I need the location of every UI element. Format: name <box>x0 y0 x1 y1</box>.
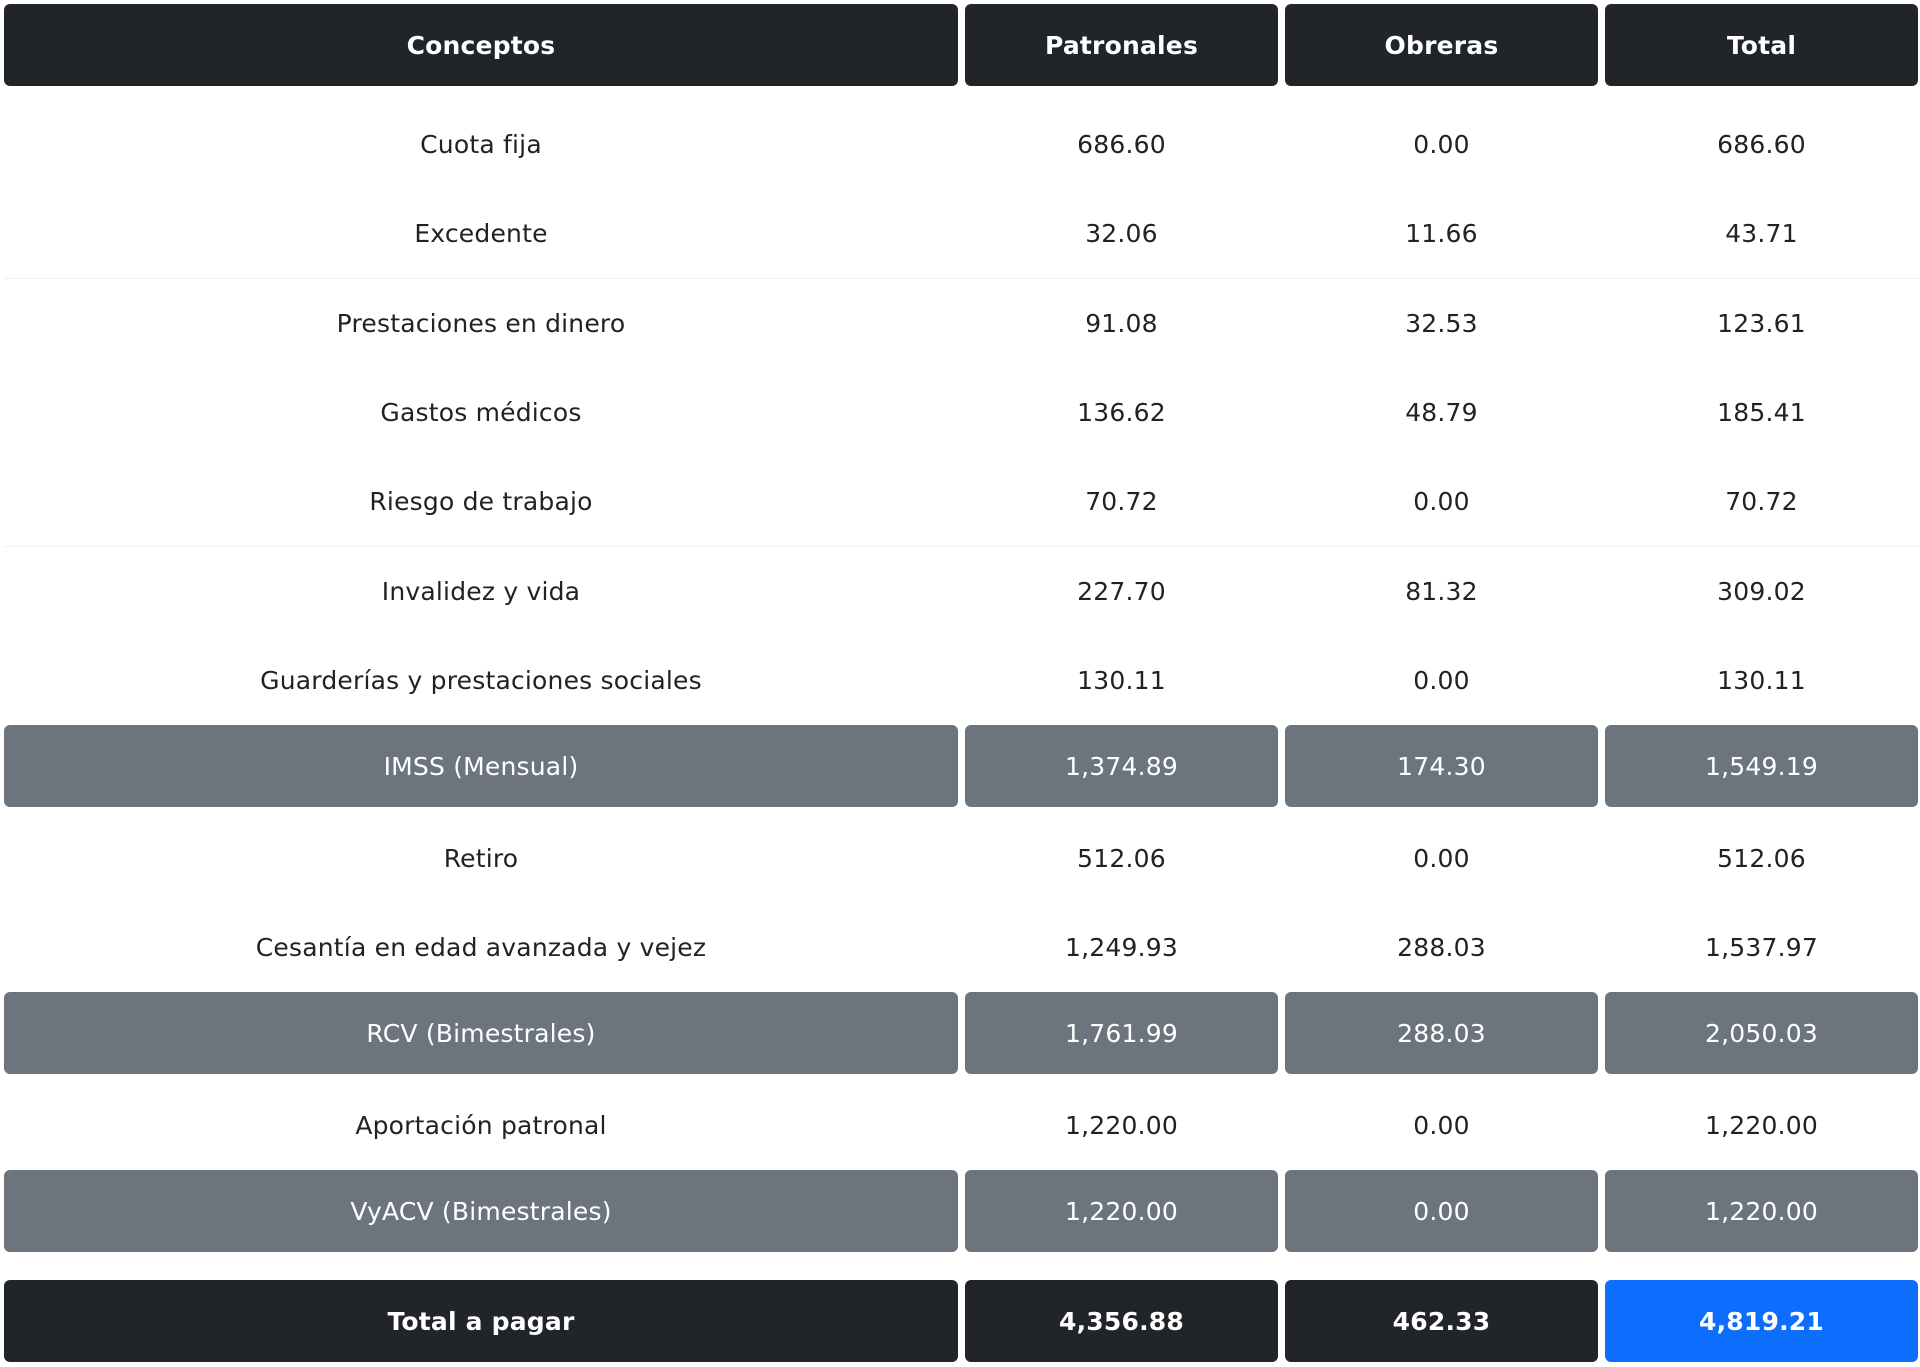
worker-cell: 48.79 <box>1405 398 1478 427</box>
header-total: Total <box>1605 4 1918 86</box>
worker-cell: 11.66 <box>1405 219 1478 248</box>
header-concepts: Conceptos <box>4 4 958 86</box>
total-cell: 1,220.00 <box>1705 1111 1818 1140</box>
concept-cell: Excedente <box>414 219 548 248</box>
employer-cell: 227.70 <box>1077 577 1166 606</box>
concept-cell: Prestaciones en dinero <box>336 309 626 338</box>
concept-cell: Invalidez y vida <box>381 577 581 606</box>
subtotal-row-vyacv: VyACV (Bimestrales) 1,220.00 0.00 1,220.… <box>4 1170 1918 1259</box>
total-cell: 185.41 <box>1717 398 1806 427</box>
table-row: Invalidez y vida 227.70 81.32 309.02 <box>4 546 1918 636</box>
concept-cell: Cesantía en edad avanzada y vejez <box>255 933 707 962</box>
employer-cell: 32.06 <box>1085 219 1158 248</box>
worker-cell: 288.03 <box>1397 933 1486 962</box>
grand-total-amount: 4,819.21 <box>1605 1280 1918 1362</box>
table-row: Cesantía en edad avanzada y vejez 1,249.… <box>4 903 1918 992</box>
table-row: Retiro 512.06 0.00 512.06 <box>4 814 1918 903</box>
table-row: Aportación patronal 1,220.00 0.00 1,220.… <box>4 1081 1918 1170</box>
grand-total-worker: 462.33 <box>1285 1280 1598 1362</box>
concept-cell: Cuota fija <box>420 130 542 159</box>
grand-total-row: Total a pagar 4,356.88 462.33 4,819.21 <box>4 1280 1918 1366</box>
worker-cell: 0.00 <box>1413 1111 1470 1140</box>
concept-cell: IMSS (Mensual) <box>4 725 958 807</box>
table-row: Guarderías y prestaciones sociales 130.1… <box>4 636 1918 725</box>
worker-cell: 0.00 <box>1413 487 1470 516</box>
worker-cell: 32.53 <box>1405 309 1478 338</box>
grand-total-employer: 4,356.88 <box>965 1280 1278 1362</box>
worker-cell: 174.30 <box>1285 725 1598 807</box>
employer-cell: 1,220.00 <box>965 1170 1278 1252</box>
worker-cell: 0.00 <box>1413 844 1470 873</box>
concept-cell: Gastos médicos <box>380 398 582 427</box>
employer-cell: 1,374.89 <box>965 725 1278 807</box>
worker-cell: 0.00 <box>1413 666 1470 695</box>
worker-cell: 0.00 <box>1413 130 1470 159</box>
table-row: Cuota fija 686.60 0.00 686.60 <box>4 100 1918 189</box>
grand-total-label: Total a pagar <box>4 1280 958 1362</box>
employer-cell: 1,249.93 <box>1065 933 1178 962</box>
total-cell: 123.61 <box>1717 309 1806 338</box>
total-cell: 70.72 <box>1725 487 1798 516</box>
employer-cell: 1,220.00 <box>1065 1111 1178 1140</box>
subtotal-row-rcv: RCV (Bimestrales) 1,761.99 288.03 2,050.… <box>4 992 1918 1081</box>
total-cell: 309.02 <box>1717 577 1806 606</box>
employer-cell: 1,761.99 <box>965 992 1278 1074</box>
employer-cell: 136.62 <box>1077 398 1166 427</box>
table-row: Riesgo de trabajo 70.72 0.00 70.72 <box>4 457 1918 546</box>
total-cell: 686.60 <box>1717 130 1806 159</box>
employer-cell: 512.06 <box>1077 844 1166 873</box>
total-cell: 130.11 <box>1717 666 1806 695</box>
employer-cell: 91.08 <box>1085 309 1158 338</box>
total-cell: 1,537.97 <box>1705 933 1818 962</box>
employer-cell: 686.60 <box>1077 130 1166 159</box>
contributions-table: Conceptos Patronales Obreras Total Cuota… <box>4 4 1918 1366</box>
concept-cell: Guarderías y prestaciones sociales <box>260 666 702 695</box>
subtotal-row-imss: IMSS (Mensual) 1,374.89 174.30 1,549.19 <box>4 725 1918 814</box>
worker-cell: 81.32 <box>1405 577 1478 606</box>
concept-cell: VyACV (Bimestrales) <box>4 1170 958 1252</box>
total-cell: 1,549.19 <box>1605 725 1918 807</box>
table-row: Gastos médicos 136.62 48.79 185.41 <box>4 368 1918 457</box>
total-cell: 2,050.03 <box>1605 992 1918 1074</box>
worker-cell: 0.00 <box>1285 1170 1598 1252</box>
concept-cell: Aportación patronal <box>355 1111 607 1140</box>
total-cell: 43.71 <box>1725 219 1798 248</box>
concept-cell: Retiro <box>443 844 519 873</box>
employer-cell: 70.72 <box>1085 487 1158 516</box>
table-row: Excedente 32.06 11.66 43.71 <box>4 189 1918 278</box>
total-cell: 1,220.00 <box>1605 1170 1918 1252</box>
worker-cell: 288.03 <box>1285 992 1598 1074</box>
header-worker: Obreras <box>1285 4 1598 86</box>
concept-cell: Riesgo de trabajo <box>369 487 593 516</box>
table-row: Prestaciones en dinero 91.08 32.53 123.6… <box>4 278 1918 368</box>
header-employer: Patronales <box>965 4 1278 86</box>
total-cell: 512.06 <box>1717 844 1806 873</box>
table-header-row: Conceptos Patronales Obreras Total <box>4 4 1918 100</box>
employer-cell: 130.11 <box>1077 666 1166 695</box>
concept-cell: RCV (Bimestrales) <box>4 992 958 1074</box>
